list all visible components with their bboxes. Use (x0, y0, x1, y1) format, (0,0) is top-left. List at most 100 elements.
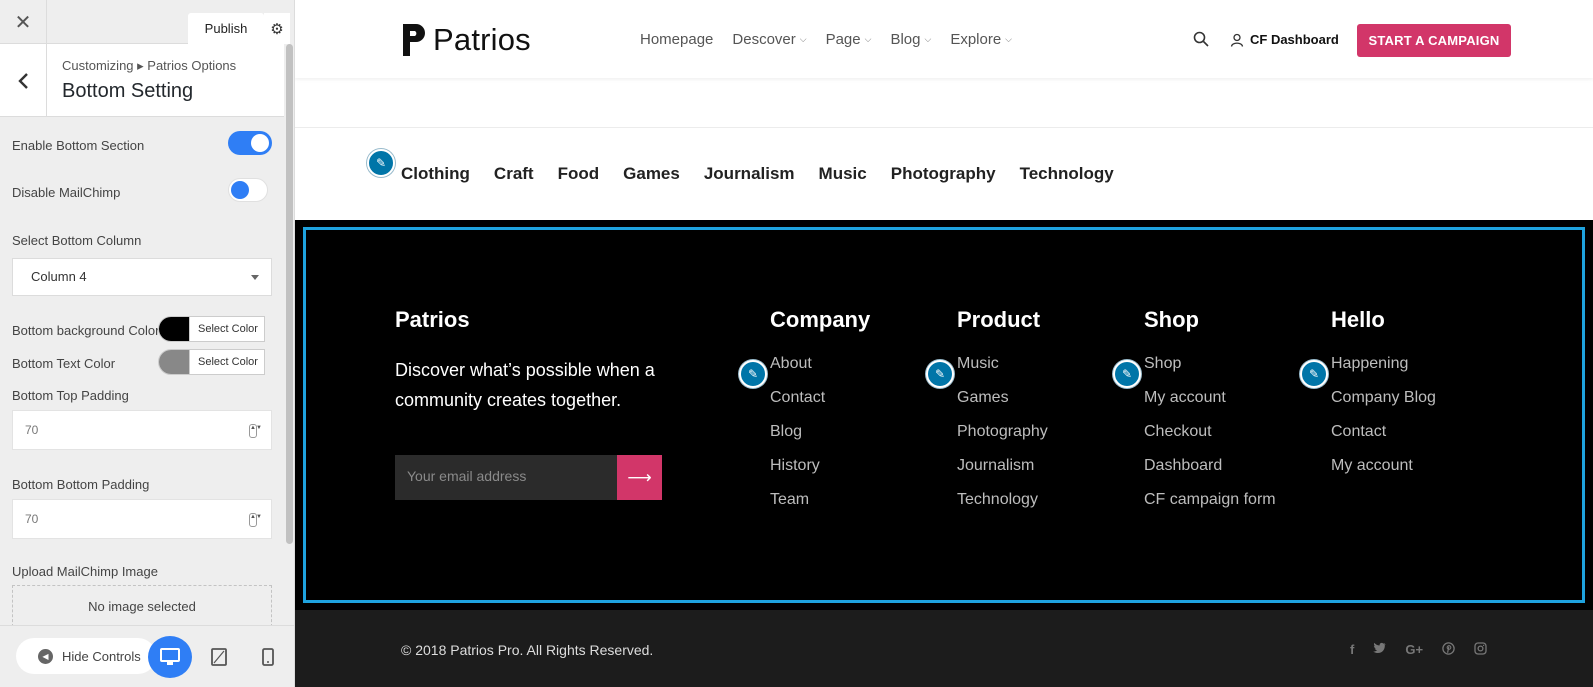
edit-pencil-icon[interactable]: ✎ (926, 360, 954, 388)
close-icon[interactable]: ✕ (0, 0, 47, 44)
edit-pencil-icon[interactable]: ✎ (739, 360, 767, 388)
text-color-picker[interactable]: Select Color (158, 349, 265, 375)
cf-dashboard-link[interactable]: CF Dashboard (1230, 32, 1339, 47)
footer-column-company: ✎ Company About Contact Blog History Tea… (739, 307, 871, 525)
gear-icon[interactable]: ⚙ (264, 13, 290, 44)
select-column-label: Select Bottom Column (12, 233, 142, 248)
divider (295, 127, 1593, 128)
footer-link[interactable]: Checkout (1144, 423, 1276, 457)
desktop-preview-icon[interactable] (148, 636, 192, 678)
customizer-panel: ✕ Publish ⚙ Customizing ▸ Patrios Option… (0, 0, 295, 687)
footer-link[interactable]: Shop (1144, 355, 1276, 389)
bg-color-label: Bottom background Color (12, 323, 160, 338)
upload-dropzone[interactable]: No image selected (12, 585, 272, 627)
back-arrow-icon[interactable] (0, 44, 47, 117)
top-padding-input[interactable]: 70 ▲▼ (12, 410, 272, 450)
footer-column-product: ✎ Product Music Games Photography Journa… (926, 307, 1048, 525)
color-swatch (159, 350, 191, 374)
text-color-label: Bottom Text Color (12, 356, 116, 371)
edit-pencil-icon[interactable]: ✎ (367, 149, 395, 177)
main-nav: Homepage Descover ⌵ Page ⌵ Blog ⌵ Explore ⌵ (640, 31, 1012, 48)
collapse-arrow-icon: ◀ (38, 648, 53, 664)
enable-bottom-toggle[interactable] (228, 131, 272, 155)
spinner-icon[interactable]: ▲▼ (249, 424, 262, 438)
bg-color-picker[interactable]: Select Color (158, 316, 265, 342)
footer-link[interactable]: Contact (770, 389, 870, 423)
newsletter-email-input[interactable]: Your email address (395, 455, 617, 500)
nav-item-explore[interactable]: Explore ⌵ (950, 31, 1012, 48)
spinner-icon[interactable]: ▲▼ (249, 513, 262, 527)
footer-link[interactable]: Contact (1331, 423, 1436, 457)
footer-link[interactable]: Journalism (957, 457, 1048, 491)
footer-link[interactable]: Photography (957, 423, 1048, 457)
nav-label: Blog (890, 31, 921, 48)
footer-column-title: Product (957, 307, 1041, 332)
chevron-down-icon: ⌵ (864, 34, 872, 44)
footer-link[interactable]: Happening (1331, 355, 1436, 389)
upload-status: No image selected (88, 598, 196, 614)
copyright-bar: © 2018 Patrios Pro. All Rights Reserved.… (295, 610, 1593, 687)
section-header: Customizing ▸ Patrios Options Bottom Set… (0, 44, 284, 117)
bottom-padding-label: Bottom Bottom Padding (12, 477, 150, 492)
footer-link[interactable]: Music (957, 355, 1048, 389)
facebook-icon[interactable]: f (1350, 642, 1354, 658)
user-icon (1230, 33, 1244, 47)
scrollbar[interactable] (286, 44, 293, 544)
category-photography[interactable]: Photography (891, 164, 996, 184)
logo-text: Patrios (433, 22, 531, 57)
footer-link[interactable]: CF campaign form (1144, 491, 1276, 525)
bottom-column-select[interactable]: Column 4 (12, 258, 272, 296)
bottom-padding-input[interactable]: 70 ▲▼ (12, 499, 272, 539)
breadcrumb: Customizing ▸ Patrios Options (62, 58, 237, 73)
footer-link[interactable]: My account (1331, 457, 1436, 491)
footer-column-title: Company (770, 307, 871, 332)
footer-column-shop: ✎ Shop Shop My account Checkout Dashboar… (1113, 307, 1276, 525)
footer-link[interactable]: Technology (957, 491, 1048, 525)
nav-item-descover[interactable]: Descover ⌵ (732, 31, 806, 48)
nav-item-blog[interactable]: Blog ⌵ (890, 31, 931, 48)
category-craft[interactable]: Craft (494, 164, 534, 184)
footer-link[interactable]: Dashboard (1144, 457, 1276, 491)
top-padding-label: Bottom Top Padding (12, 388, 129, 403)
customizer-footer: ◀ Hide Controls (0, 625, 294, 687)
footer-link[interactable]: Blog (770, 423, 870, 457)
category-journalism[interactable]: Journalism (704, 164, 795, 184)
google-plus-icon[interactable]: G+ (1405, 642, 1423, 658)
footer-link[interactable]: Team (770, 491, 870, 525)
publish-button[interactable]: Publish (188, 13, 264, 44)
edit-pencil-icon[interactable]: ✎ (1113, 360, 1141, 388)
twitter-icon[interactable] (1373, 642, 1386, 658)
select-value: Column 4 (31, 269, 87, 284)
select-color-label: Select Color (189, 350, 264, 374)
nav-label: Explore (950, 31, 1002, 48)
tablet-preview-icon[interactable] (197, 636, 241, 678)
footer-link[interactable]: Games (957, 389, 1048, 423)
category-food[interactable]: Food (558, 164, 600, 184)
disable-mailchimp-label: Disable MailChimp (12, 185, 121, 200)
enable-bottom-label: Enable Bottom Section (12, 138, 145, 153)
category-music[interactable]: Music (819, 164, 867, 184)
disable-mailchimp-toggle[interactable] (228, 178, 268, 202)
footer-link[interactable]: My account (1144, 389, 1276, 423)
category-clothing[interactable]: Clothing (401, 164, 470, 184)
edit-pencil-icon[interactable]: ✎ (1300, 360, 1328, 388)
mobile-preview-icon[interactable] (246, 636, 290, 678)
newsletter-submit-button[interactable]: ⟶ (617, 455, 662, 500)
search-icon[interactable] (1193, 31, 1209, 47)
category-technology[interactable]: Technology (1020, 164, 1114, 184)
nav-item-page[interactable]: Page ⌵ (826, 31, 872, 48)
footer-link[interactable]: About (770, 355, 870, 389)
chevron-down-icon: ⌵ (924, 34, 932, 44)
caret-down-icon (251, 275, 259, 280)
category-games[interactable]: Games (623, 164, 680, 184)
hide-controls-label: Hide Controls (62, 648, 141, 664)
customizer-top-bar: ✕ Publish ⚙ (0, 0, 290, 44)
nav-item-homepage[interactable]: Homepage (640, 31, 713, 48)
site-logo[interactable]: Patrios (401, 22, 531, 58)
footer-link[interactable]: Company Blog (1331, 389, 1436, 423)
pinterest-icon[interactable] (1442, 642, 1455, 658)
start-campaign-button[interactable]: START A CAMPAIGN (1357, 24, 1511, 57)
instagram-icon[interactable] (1474, 642, 1487, 658)
footer-link[interactable]: History (770, 457, 870, 491)
hide-controls-button[interactable]: ◀ Hide Controls (16, 638, 156, 674)
